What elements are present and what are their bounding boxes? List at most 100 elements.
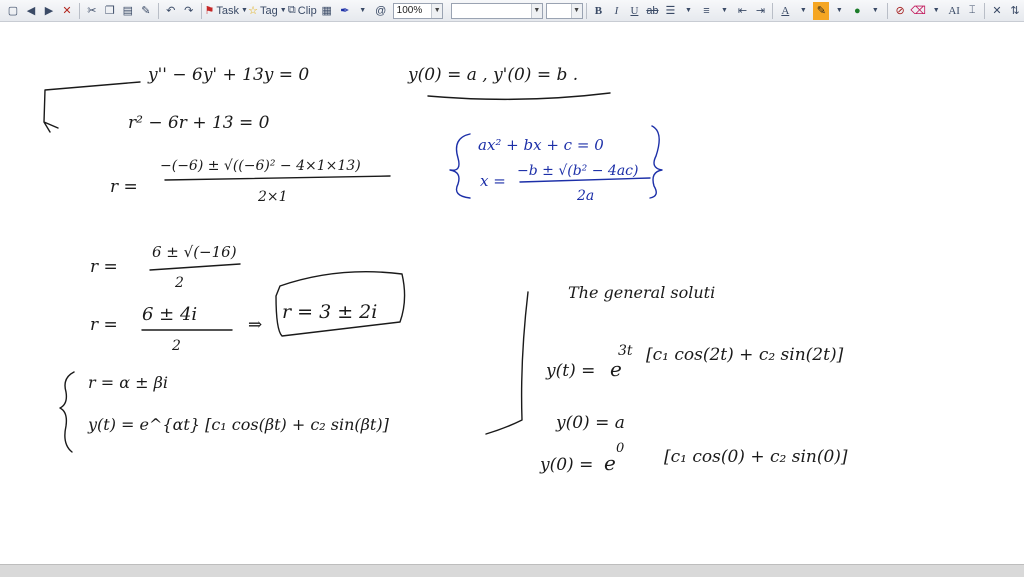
toolbar-divider — [79, 2, 80, 19]
chevron-down-icon[interactable]: ▼ — [680, 2, 696, 20]
clip-icon: ⧉ — [287, 4, 296, 16]
ai-button[interactable]: AI — [946, 2, 962, 20]
paste-icon[interactable]: ▤ — [120, 2, 136, 20]
copy-icon[interactable]: ❐ — [102, 2, 118, 20]
bullet-list-icon[interactable]: ☰ — [662, 2, 678, 20]
general-solution-form: y(t) = e^{αt} [c₁ cos(βt) + c₂ sin(βt)] — [87, 415, 390, 434]
chevron-down-icon[interactable]: ▼ — [867, 2, 883, 20]
redo-icon[interactable]: ↷ — [181, 2, 197, 20]
chevron-down-icon[interactable]: ▼ — [355, 2, 371, 20]
initial-condition-substitution-lhs: y(0) = — [539, 455, 593, 475]
task-button[interactable]: ⚑ Task ▼ — [204, 2, 248, 20]
initial-condition-y0: y(0) = a — [555, 413, 625, 433]
toolbar-divider — [200, 2, 202, 19]
quadratic-denominator: 2×1 — [257, 189, 288, 205]
substitution-exp-base: e — [604, 451, 616, 475]
quadratic-formula-numerator: −b ± √(b² − 4ac) — [517, 163, 638, 179]
right-brace-stroke — [649, 125, 663, 199]
star-icon: ☆ — [248, 5, 258, 17]
note-canvas[interactable]: y'' − 6y' + 13y = 0 y(0) = a , y'(0) = b… — [0, 23, 1024, 564]
column-separator-stroke — [485, 291, 529, 435]
chevron-down-icon[interactable]: ▼ — [928, 2, 944, 20]
arrow-stroke — [43, 81, 141, 133]
solution-exponent: 3t — [618, 343, 633, 359]
main-toolbar: ▢ ◀ ▶ ✕ ✂ ❐ ▤ ✎ ↶ ↷ ⚑ Task ▼ ☆ Tag ▼ ⧉ Clip ▦… — [0, 0, 1024, 22]
left-brace-stroke — [59, 371, 75, 453]
tag-button[interactable]: ☆ Tag ▼ — [248, 2, 287, 20]
color-picker-icon[interactable]: ● — [849, 2, 865, 20]
new-page-icon[interactable]: ▢ — [5, 2, 21, 20]
chevron-down-icon[interactable]: ▼ — [795, 2, 811, 20]
chevron-down-icon: ▼ — [279, 7, 287, 14]
ink-layer: y'' − 6y' + 13y = 0 y(0) = a , y'(0) = b… — [43, 65, 848, 475]
root-step2-lhs: r = — [90, 315, 118, 335]
solution-rhs: [c₁ cos(2t) + c₂ sin(2t)] — [646, 345, 844, 365]
root-step1-denominator: 2 — [174, 275, 184, 291]
toolbar-divider — [585, 2, 587, 19]
fraction-bar — [164, 175, 391, 181]
highlighter-icon[interactable]: ✎ — [813, 1, 830, 20]
italic-button[interactable]: I — [608, 2, 624, 20]
underline-button[interactable]: U — [626, 2, 642, 20]
clip-button[interactable]: ⧉ Clip — [288, 2, 317, 20]
general-roots-form: r = α ± βi — [88, 373, 168, 392]
cut-icon[interactable]: ✂ — [84, 2, 100, 20]
chevron-down-icon[interactable]: ▼ — [831, 2, 847, 20]
toolbar-divider — [772, 2, 774, 19]
underline-stroke — [427, 92, 611, 101]
indent-icon[interactable]: ⇥ — [752, 2, 768, 20]
solution-exp-base: e — [610, 357, 622, 381]
font-size-select[interactable]: ▼ — [545, 2, 583, 19]
initial-conditions: y(0) = a , y'(0) = b . — [407, 65, 578, 85]
task-label: Task — [216, 4, 239, 17]
back-icon[interactable]: ◀ — [23, 2, 39, 20]
toolbar-divider — [887, 2, 889, 19]
chevron-down-icon: ▼ — [530, 3, 542, 18]
outdent-icon[interactable]: ⇤ — [734, 2, 750, 20]
quadratic-general-form: ax² + bx + c = 0 — [478, 136, 604, 154]
flag-icon: ⚑ — [204, 5, 215, 17]
close-icon[interactable]: ✕ — [989, 2, 1005, 20]
root-step1-numerator: 6 ± √(−16) — [152, 243, 237, 261]
chevron-down-icon: ▼ — [241, 7, 248, 14]
general-solution-heading: The general soluti — [568, 283, 715, 302]
undo-icon[interactable]: ↶ — [163, 2, 179, 20]
boxed-root-result: r = 3 ± 2i — [282, 301, 377, 323]
mention-icon[interactable]: @ — [373, 2, 389, 20]
characteristic-equation: r² − 6r + 13 = 0 — [128, 113, 270, 133]
cursor-icon[interactable]: ⌶ — [964, 2, 980, 20]
text-color-button[interactable]: A — [777, 2, 793, 20]
substitution-exponent: 0 — [616, 441, 624, 456]
toolbar-divider — [984, 2, 986, 19]
eraser-icon[interactable]: ⌫ — [910, 2, 926, 20]
font-name-select[interactable]: ▼ — [451, 2, 543, 19]
numbered-list-icon[interactable]: ≡ — [698, 2, 714, 20]
fraction-bar — [149, 263, 241, 271]
table-icon[interactable]: ▦ — [319, 2, 335, 20]
bold-button[interactable]: B — [590, 2, 606, 20]
forward-icon[interactable]: ▶ — [41, 2, 57, 20]
zoom-select[interactable]: 100% ▼ — [392, 2, 444, 19]
lasso-icon[interactable]: ⊘ — [892, 2, 908, 20]
quadratic-formula-denominator: 2a — [576, 188, 594, 204]
sort-icon[interactable]: ⇅ — [1007, 2, 1023, 20]
initial-condition-substitution-rhs: [c₁ cos(0) + c₂ sin(0)] — [664, 447, 848, 467]
root-step2-denominator: 2 — [171, 338, 181, 354]
chevron-down-icon: ▼ — [431, 3, 443, 18]
toolbar-divider — [157, 2, 159, 19]
quadratic-formula-lhs: x = — [480, 172, 506, 190]
horizontal-scrollbar[interactable] — [0, 564, 1024, 577]
strikethrough-icon[interactable]: ab — [644, 2, 660, 20]
chevron-down-icon[interactable]: ▼ — [716, 2, 732, 20]
format-painter-icon[interactable]: ✎ — [138, 2, 154, 20]
solution-lhs: y(t) = — [545, 361, 595, 381]
implies-arrow: ⇒ — [248, 315, 262, 335]
ode-equation: y'' − 6y' + 13y = 0 — [147, 65, 309, 85]
delete-icon[interactable]: ✕ — [59, 2, 75, 20]
pen-icon[interactable]: ✒ — [337, 2, 353, 20]
zoom-value: 100% — [396, 5, 423, 16]
root-step2-numerator: 6 ± 4i — [142, 304, 197, 325]
tag-label: Tag — [260, 4, 278, 17]
root-step1-lhs: r = — [90, 257, 118, 277]
left-brace-stroke — [449, 133, 471, 199]
